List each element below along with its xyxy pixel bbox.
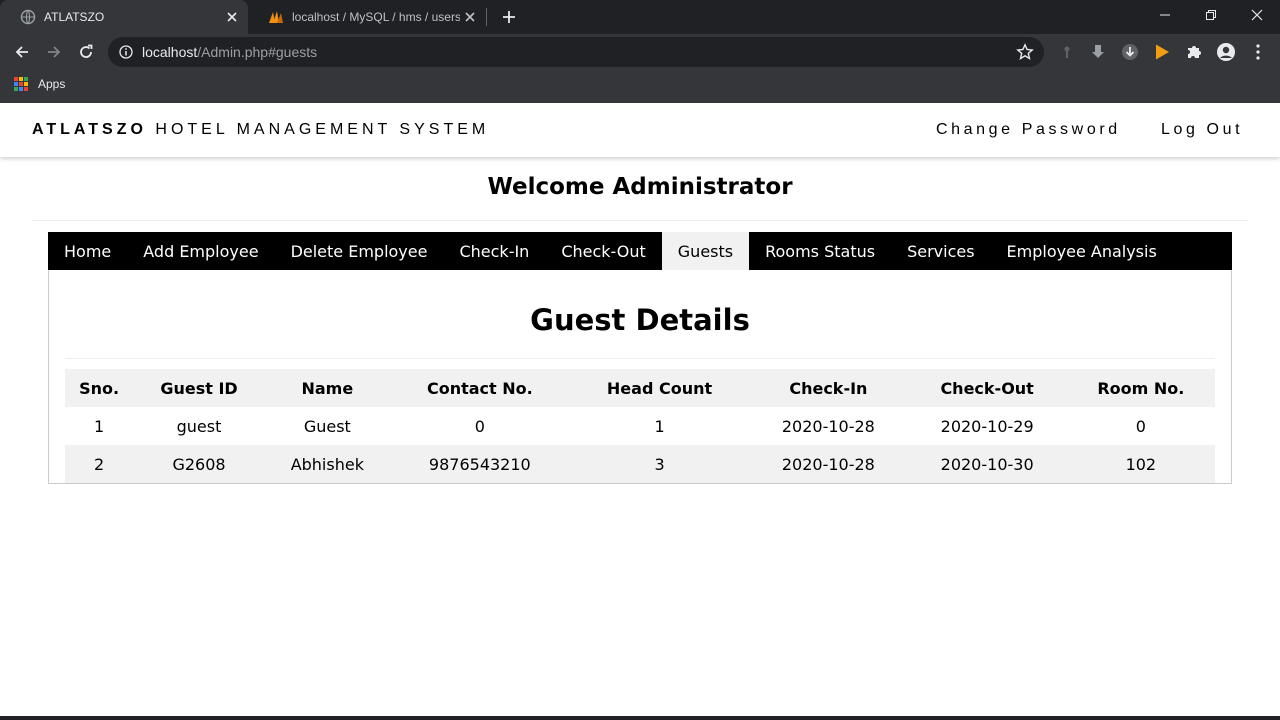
column-header: Guest ID xyxy=(133,369,265,407)
column-header: Check-Out xyxy=(907,369,1067,407)
kebab-menu-icon[interactable] xyxy=(1246,40,1270,64)
column-header: Check-In xyxy=(749,369,908,407)
brand-logo[interactable]: ATLATSZO HOTEL MANAGEMENT SYSTEM xyxy=(32,121,489,139)
table-cell: 1 xyxy=(65,407,134,445)
divider xyxy=(65,358,1215,359)
tab-check-out[interactable]: Check-Out xyxy=(545,232,661,270)
play-extension-icon[interactable] xyxy=(1150,40,1174,64)
table-cell: 2 xyxy=(65,445,134,483)
tab-phpmyadmin[interactable]: localhost / MySQL / hms / users | ph xyxy=(248,0,486,34)
tab-employee-analysis[interactable]: Employee Analysis xyxy=(991,232,1173,270)
apps-label: Apps xyxy=(38,77,66,91)
profile-avatar-icon[interactable] xyxy=(1214,40,1238,64)
log-out-link[interactable]: Log Out xyxy=(1161,121,1243,139)
url-text: localhost/Admin.php#guests xyxy=(142,44,318,60)
brand-name: ATLATSZO xyxy=(32,121,147,138)
table-cell: 102 xyxy=(1066,445,1215,483)
table-cell: 2020-10-30 xyxy=(907,445,1067,483)
change-password-link[interactable]: Change Password xyxy=(936,121,1121,139)
tab-atlatszo[interactable]: ATLATSZO xyxy=(0,0,248,34)
table-cell: 2020-10-29 xyxy=(907,407,1067,445)
address-bar[interactable]: localhost/Admin.php#guests xyxy=(108,37,1044,67)
table-cell: Abhishek xyxy=(264,445,390,483)
column-header: Head Count xyxy=(569,369,750,407)
column-header: Sno. xyxy=(65,369,134,407)
tab-home[interactable]: Home xyxy=(48,232,127,270)
bookmarks-bar: Apps xyxy=(0,70,1280,103)
column-header: Room No. xyxy=(1066,369,1215,407)
divider xyxy=(32,220,1248,221)
guest-details-panel: Guest Details Sno. Guest ID Name Contact No… xyxy=(48,270,1232,484)
admin-tab-bar: Home Add Employee Delete Employee Check-In C… xyxy=(48,232,1232,270)
apps-grid-icon xyxy=(14,77,28,91)
back-icon[interactable] xyxy=(8,38,36,66)
browser-tabstrip: ATLATSZO localhost / MySQL / hms / users… xyxy=(0,0,1280,34)
table-cell: 2020-10-28 xyxy=(749,445,908,483)
table-cell: Guest xyxy=(264,407,390,445)
forward-icon[interactable] xyxy=(40,38,68,66)
column-header: Name xyxy=(264,369,390,407)
tab-check-in[interactable]: Check-In xyxy=(443,232,545,270)
tab-services[interactable]: Services xyxy=(891,232,990,270)
downloader-extension-icon[interactable] xyxy=(1118,40,1142,64)
tab-title: ATLATSZO xyxy=(44,10,105,24)
tab-delete-employee[interactable]: Delete Employee xyxy=(275,232,444,270)
table-header-row: Sno. Guest ID Name Contact No. Head Count Che… xyxy=(65,369,1215,407)
table-cell: G2608 xyxy=(133,445,265,483)
close-tab-icon[interactable] xyxy=(460,7,480,27)
table-cell: 1 xyxy=(569,407,750,445)
brand-subtitle: HOTEL MANAGEMENT SYSTEM xyxy=(146,121,490,138)
bookmark-star-icon[interactable] xyxy=(1016,43,1034,61)
bookmark-apps[interactable]: Apps xyxy=(14,77,65,91)
table-cell: 2020-10-28 xyxy=(749,407,908,445)
tab-rooms-status[interactable]: Rooms Status xyxy=(749,232,891,270)
minimize-icon[interactable] xyxy=(1142,0,1188,30)
page-content: ATLATSZO HOTEL MANAGEMENT SYSTEM Change … xyxy=(0,103,1280,720)
close-tab-icon[interactable] xyxy=(222,7,242,27)
tab-add-employee[interactable]: Add Employee xyxy=(127,232,274,270)
table-row: 2 G2608 Abhishek 9876543210 3 2020-10-28 2020-… xyxy=(65,445,1215,483)
table-cell: guest xyxy=(133,407,265,445)
site-header: ATLATSZO HOTEL MANAGEMENT SYSTEM Change … xyxy=(0,103,1280,157)
info-icon[interactable] xyxy=(118,44,134,60)
guest-details-title: Guest Details xyxy=(530,303,750,337)
browser-toolbar: localhost/Admin.php#guests xyxy=(0,34,1280,70)
table-cell: 3 xyxy=(569,445,750,483)
column-header: Contact No. xyxy=(389,369,570,407)
restore-icon[interactable] xyxy=(1188,0,1234,30)
table-cell: 0 xyxy=(389,407,570,445)
tab-separator xyxy=(486,8,487,26)
window-bottom-edge xyxy=(0,716,1280,720)
key-extension-icon[interactable] xyxy=(1055,40,1079,64)
globe-icon xyxy=(20,9,36,25)
guest-table: Sno. Guest ID Name Contact No. Head Count Che… xyxy=(65,369,1215,483)
table-row: 1 guest Guest 0 1 2020-10-28 2020-10-29 0 xyxy=(65,407,1215,445)
new-tab-icon[interactable] xyxy=(498,6,520,28)
puzzle-extensions-icon[interactable] xyxy=(1182,40,1206,64)
close-window-icon[interactable] xyxy=(1234,0,1280,30)
tab-guests[interactable]: Guests xyxy=(661,232,750,270)
download-extension-icon[interactable] xyxy=(1086,40,1110,64)
reload-icon[interactable] xyxy=(72,38,100,66)
table-cell: 0 xyxy=(1066,407,1215,445)
welcome-heading: Welcome Administrator xyxy=(487,174,793,200)
tab-title: localhost / MySQL / hms / users | ph xyxy=(292,10,460,24)
phpmyadmin-icon xyxy=(268,9,284,25)
table-cell: 9876543210 xyxy=(389,445,570,483)
